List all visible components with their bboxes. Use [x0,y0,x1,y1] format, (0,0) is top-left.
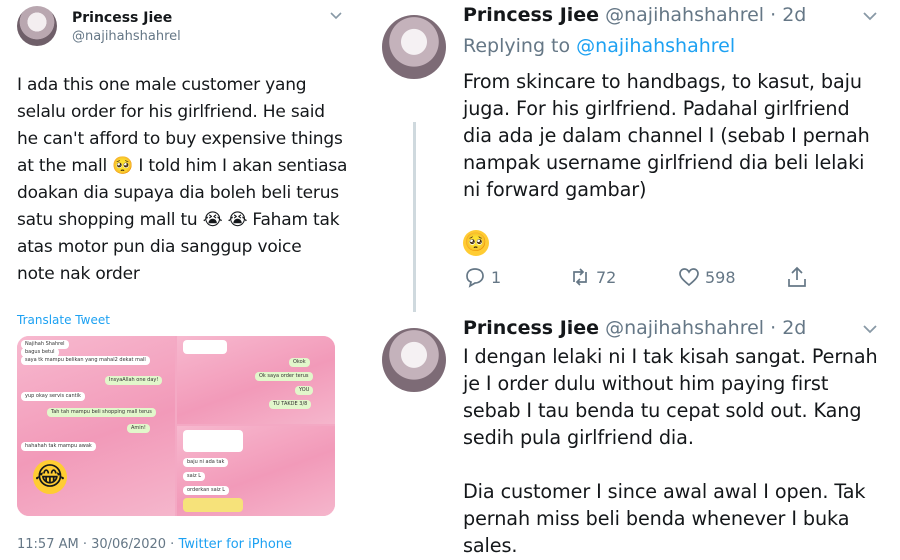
tweet-actions: 1 72 598 [463,265,823,291]
reply-count: 1 [491,267,502,287]
chat-bubble: Okok [289,358,310,367]
heart-icon [679,268,699,287]
tears-of-joy-emoji: 😂 [33,460,67,494]
chevron-down-icon[interactable] [329,8,343,22]
tweet-text: I dengan lelaki ni I tak kisah sangat. P… [463,343,893,559]
retweet-button[interactable]: 72 [568,265,616,289]
tweet-line: Dia customer I since awal awal I open. T… [463,480,866,503]
retweet-count: 72 [596,267,617,287]
chat-bubble: baju ni ada tak [183,458,229,467]
reply-button[interactable]: 1 [463,265,501,289]
chat-image-thumb [183,430,243,452]
tweet-line [463,451,893,478]
tweet-line: sales. [463,534,518,557]
avatar[interactable] [17,6,57,46]
tweet-line: dia ada je dalam channel I (sebab I pern… [463,124,870,147]
chat-screenshot-2[interactable]: Okok Ok saya order terus YOU TU TAKDE 3/… [177,336,335,424]
chat-bubble: Ok saya order terus [255,372,313,381]
tweet-line: at the mall 🥺 I told him I akan sentiasa [17,156,348,176]
tweet-line: sedih pula girlfriend dia. [463,426,694,449]
share-button[interactable] [785,265,809,289]
chat-bubble: Amin! [127,424,150,433]
replying-to-link[interactable]: @najihahshahrel [576,35,735,57]
tweet-line: note nak order [17,264,140,284]
chat-screenshot-1[interactable]: Najihah Shahrel bagus betul saya tk mamp… [17,336,175,516]
tweet-media[interactable]: Najihah Shahrel bagus betul saya tk mamp… [17,336,335,516]
chat-bubble: yup okay servis cantik [21,392,85,401]
avatar[interactable] [382,15,446,79]
chat-image-thumb [183,340,227,354]
tweet-line: atas motor pun dia sanggup voice [17,237,302,257]
thread-connector [413,122,416,312]
tweet-line: doakan dia supaya dia boleh beli terus [17,183,339,203]
chat-bubble: TU TAKDE 3/8 [269,400,312,409]
chat-bubble: hahahah tak mampu awak [21,442,96,451]
like-button[interactable]: 598 [677,265,736,289]
tweet-text: From skincare to handbags, to kasut, baj… [463,68,893,203]
chat-screenshot-3[interactable]: baju ni ada tak saiz L orderkan saiz L [177,426,335,516]
translate-tweet-link[interactable]: Translate Tweet [17,313,110,327]
chat-bubble: InsyaAllah one day! [105,376,163,385]
main-tweet: Princess Jiee @najihahshahrel I ada this… [0,0,352,560]
tweet-line: nampak username girlfriend dia beli lela… [463,151,865,174]
pleading-face-emoji: 🥺 [463,230,489,256]
author-name[interactable]: Princess Jiee [463,4,599,26]
chevron-down-icon[interactable] [862,8,878,24]
tweet-line: From skincare to handbags, to kasut, baj… [463,70,862,93]
chat-bubble: YOU [295,386,314,395]
tweet-line: pernah miss beli benda whenever I buka [463,507,850,530]
share-icon [788,266,806,287]
author-name[interactable]: Princess Jiee [72,10,172,26]
tweet-metadata: 11:57 AM · 30/06/2020 · Twitter for iPho… [17,537,292,552]
author-handle[interactable]: @najihahshahrel [72,29,181,44]
chevron-down-icon[interactable] [862,321,878,337]
retweet-icon [573,268,587,286]
tweet-line: sebab I tau benda tu cepat sold out. Kan… [463,399,862,422]
chat-bubble: saiz L [183,472,206,481]
author-handle[interactable]: @najihahshahrel · 2d [605,4,806,26]
tweet-line: juga. For his girlfriend. Padahal girlfr… [463,97,850,120]
author-name[interactable]: Princess Jiee [463,317,599,339]
tweet-text: I ada this one male customer yang selalu… [17,72,352,288]
tweet-header: Princess Jiee @najihahshahrel · 2d [463,317,806,339]
tweet-line: I dengan lelaki ni I tak kisah sangat. P… [463,345,878,368]
tweet-line: selalu order for his girlfriend. He said [17,102,325,122]
replying-prefix: Replying to [463,35,577,57]
tweet-line: je I order dulu without him paying first [463,372,829,395]
chat-bubble: saya tk mampu belikan yang mahal2 dekat … [21,356,150,365]
tweet-source[interactable]: Twitter for iPhone [178,537,292,552]
tweet-line: satu shopping mall tu 😭 😭 Faham tak [17,210,340,230]
replying-to: Replying to @najihahshahrel [463,35,735,57]
avatar[interactable] [382,328,446,392]
chat-bubble: Tah tah mampu beli shopping mall terus [47,408,156,417]
like-count: 598 [705,267,736,287]
chat-bubble: orderkan saiz L [183,486,230,495]
chat-image-thumb [183,498,243,512]
tweet-line: I ada this one male customer yang [17,75,307,95]
author-handle[interactable]: @najihahshahrel · 2d [605,317,806,339]
reply-icon [466,268,484,288]
tweet-line: he can't afford to buy expensive things [17,129,343,149]
tweet-timestamp[interactable]: 11:57 AM · 30/06/2020 · [17,537,178,552]
tweet-line: ni forward gambar) [463,178,647,201]
tweet-header: Princess Jiee @najihahshahrel · 2d [463,4,806,26]
